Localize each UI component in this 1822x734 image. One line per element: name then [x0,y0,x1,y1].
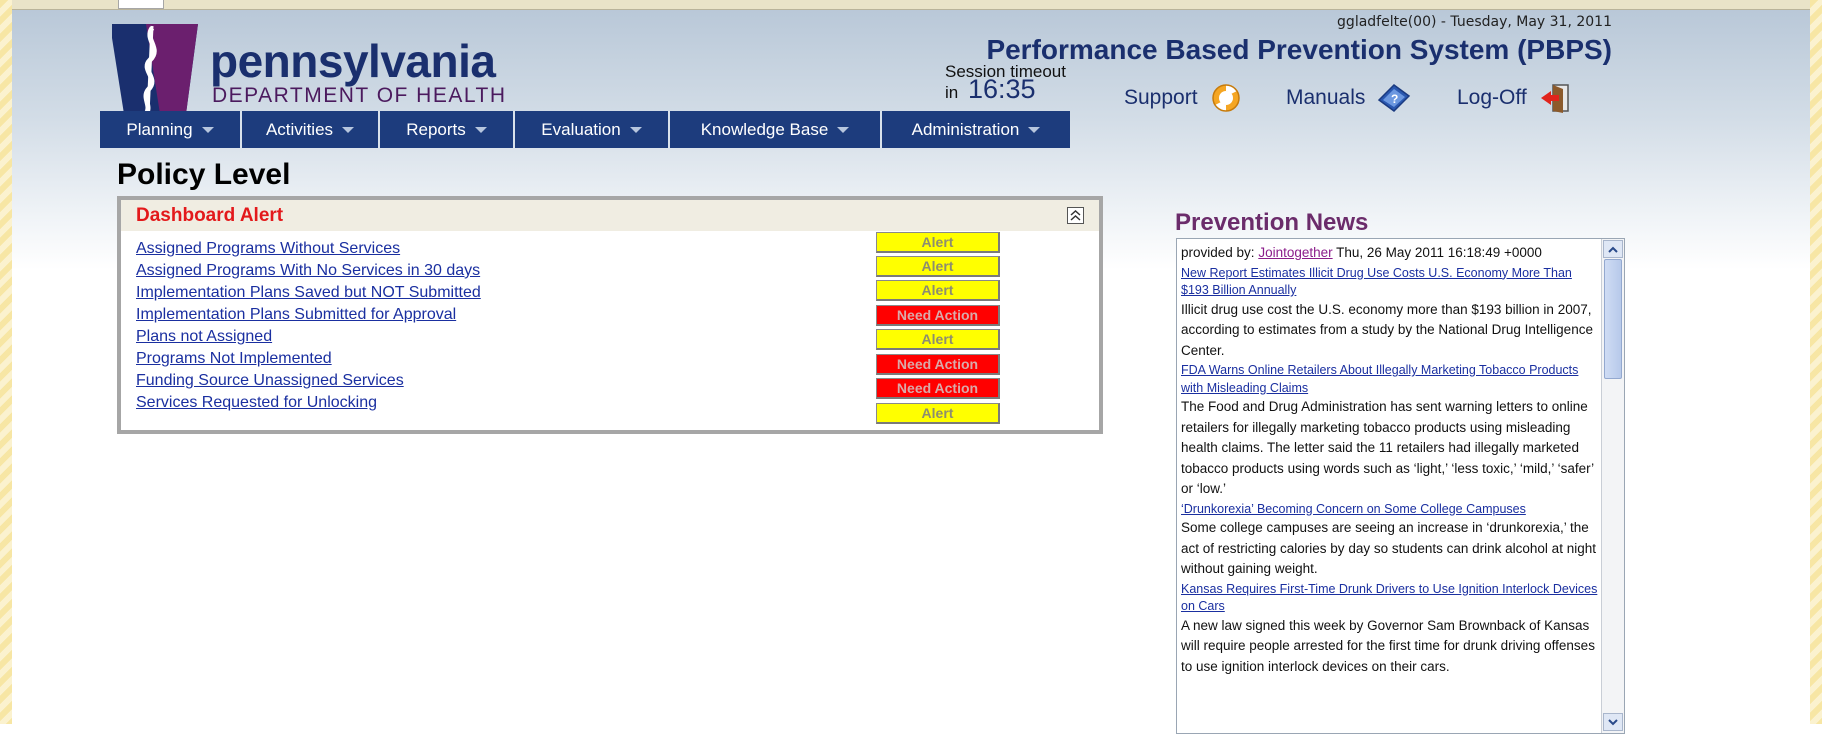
news-feed-box[interactable]: provided by: Jointogether Thu, 26 May 20… [1176,238,1625,734]
logoff-link[interactable]: Log-Off [1457,82,1571,114]
scroll-up-button[interactable] [1603,240,1623,258]
dashboard-row: Plans not Assigned [136,328,272,348]
dashboard-row: Assigned Programs Without Services [136,240,400,260]
news-headline-link[interactable]: Kansas Requires First-Time Drunk Drivers… [1181,581,1601,616]
dashboard-row: Implementation Plans Saved but NOT Submi… [136,284,481,304]
nav-administration[interactable]: Administration [882,111,1070,148]
browser-top-strip [0,0,1822,10]
nav-planning[interactable]: Planning [100,111,242,148]
chevron-down-icon [201,126,214,133]
nav-evaluation[interactable]: Evaluation [515,111,670,148]
nav-knowledge-base-label: Knowledge Base [700,119,829,139]
page-title: Policy Level [117,158,291,191]
news-summary: Some college campuses are seeing an incr… [1181,520,1596,576]
collapse-up-icon [1070,210,1081,221]
news-provider-line: provided by: Jointogether Thu, 26 May 20… [1181,243,1601,264]
dashboard-row: Services Requested for Unlocking [136,394,377,414]
chevron-down-icon [1028,126,1041,133]
lifebuoy-icon [1210,82,1242,114]
status-badge-alert[interactable]: Alert [876,329,1000,350]
dashboard-row-link[interactable]: Programs Not Implemented [136,350,332,367]
session-timeout-in: in [945,83,959,102]
dashboard-row-link[interactable]: Plans not Assigned [136,328,272,345]
nav-reports-label: Reports [406,119,466,139]
logo-title: pennsylvania [210,35,496,87]
chevron-down-icon [342,126,355,133]
news-headline-link[interactable]: New Report Estimates Illicit Drug Use Co… [1181,265,1601,300]
manuals-link[interactable]: Manuals ? [1286,82,1411,114]
scroll-up-icon [1608,246,1618,253]
status-badge-need-action[interactable]: Need Action [876,305,1000,326]
manuals-label: Manuals [1286,86,1366,109]
status-badge-alert[interactable]: Alert [876,280,1000,301]
nav-planning-label: Planning [126,119,193,139]
logoff-door-icon [1539,82,1571,114]
dashboard-row: Implementation Plans Submitted for Appro… [136,306,456,326]
left-decorative-border [0,0,12,724]
news-scrollbar[interactable] [1601,239,1624,733]
svg-text:?: ? [1391,92,1398,106]
main-nav: Planning Activities Reports Evaluation K… [100,111,1070,148]
dashboard-row-link[interactable]: Implementation Plans Submitted for Appro… [136,306,456,323]
logo-subtitle: DEPARTMENT OF HEALTH [212,84,507,107]
news-summary: The Food and Drug Administration has sen… [1181,399,1594,496]
chevron-down-icon [629,126,642,133]
news-date: Thu, 26 May 2011 16:18:49 +0000 [1336,245,1542,260]
news-content: provided by: Jointogether Thu, 26 May 20… [1181,243,1601,677]
nav-reports[interactable]: Reports [380,111,515,148]
manual-book-icon: ? [1377,82,1411,114]
collapse-button[interactable] [1067,207,1084,224]
nav-activities[interactable]: Activities [242,111,380,148]
session-timeout-value: 16:35 [968,74,1036,104]
news-title: Prevention News [1175,209,1369,236]
browser-tab-stub[interactable] [118,0,164,9]
status-badge-need-action[interactable]: Need Action [876,378,1000,399]
news-headline-link[interactable]: ‘Drunkorexia’ Becoming Concern on Some C… [1181,501,1601,519]
nav-activities-label: Activities [265,119,334,139]
chevron-down-icon [474,126,487,133]
dashboard-row-link[interactable]: Implementation Plans Saved but NOT Submi… [136,284,481,301]
dashboard-row: Funding Source Unassigned Services [136,372,404,392]
nav-administration-label: Administration [911,119,1020,139]
dashboard-row: Programs Not Implemented [136,350,332,370]
status-badge-alert[interactable]: Alert [876,232,1000,253]
scroll-thumb[interactable] [1604,259,1622,379]
dashboard-title: Dashboard Alert [136,205,284,226]
news-source-link[interactable]: Jointogether [1258,245,1332,260]
dashboard-row-link[interactable]: Assigned Programs With No Services in 30… [136,262,480,279]
system-title: Performance Based Prevention System (PBP… [986,34,1612,65]
dashboard-row: Assigned Programs With No Services in 30… [136,262,480,282]
dashboard-header: Dashboard Alert [121,200,1099,231]
page-container: pennsylvania DEPARTMENT OF HEALTH ggladf… [12,10,1810,734]
status-badge-need-action[interactable]: Need Action [876,354,1000,375]
news-provided-by: provided by: [1181,245,1255,260]
dashboard-alert-panel: Dashboard Alert Assigned Programs Withou… [117,196,1103,434]
status-badge-alert[interactable]: Alert [876,256,1000,277]
news-summary: A new law signed this week by Governor S… [1181,617,1595,674]
dashboard-row-link[interactable]: Assigned Programs Without Services [136,240,400,257]
nav-knowledge-base[interactable]: Knowledge Base [670,111,882,148]
news-headline-link[interactable]: FDA Warns Online Retailers About Illegal… [1181,362,1601,397]
logoff-label: Log-Off [1457,86,1527,109]
keystone-logo-icon [112,24,198,116]
status-badge-alert[interactable]: Alert [876,403,1000,424]
user-info: ggladfelte(00) - Tuesday, May 31, 2011 [1337,14,1612,30]
pa-doh-logo[interactable]: pennsylvania DEPARTMENT OF HEALTH [100,20,560,116]
news-summary: Illicit drug use cost the U.S. economy m… [1181,301,1593,358]
dashboard-row-link[interactable]: Funding Source Unassigned Services [136,372,404,389]
scroll-down-button[interactable] [1603,713,1623,731]
scroll-down-icon [1608,718,1618,725]
chevron-down-icon [837,126,850,133]
nav-evaluation-label: Evaluation [541,119,621,139]
right-decorative-border [1810,0,1822,724]
support-label: Support [1124,86,1198,109]
support-link[interactable]: Support [1124,82,1242,114]
dashboard-row-link[interactable]: Services Requested for Unlocking [136,394,377,411]
